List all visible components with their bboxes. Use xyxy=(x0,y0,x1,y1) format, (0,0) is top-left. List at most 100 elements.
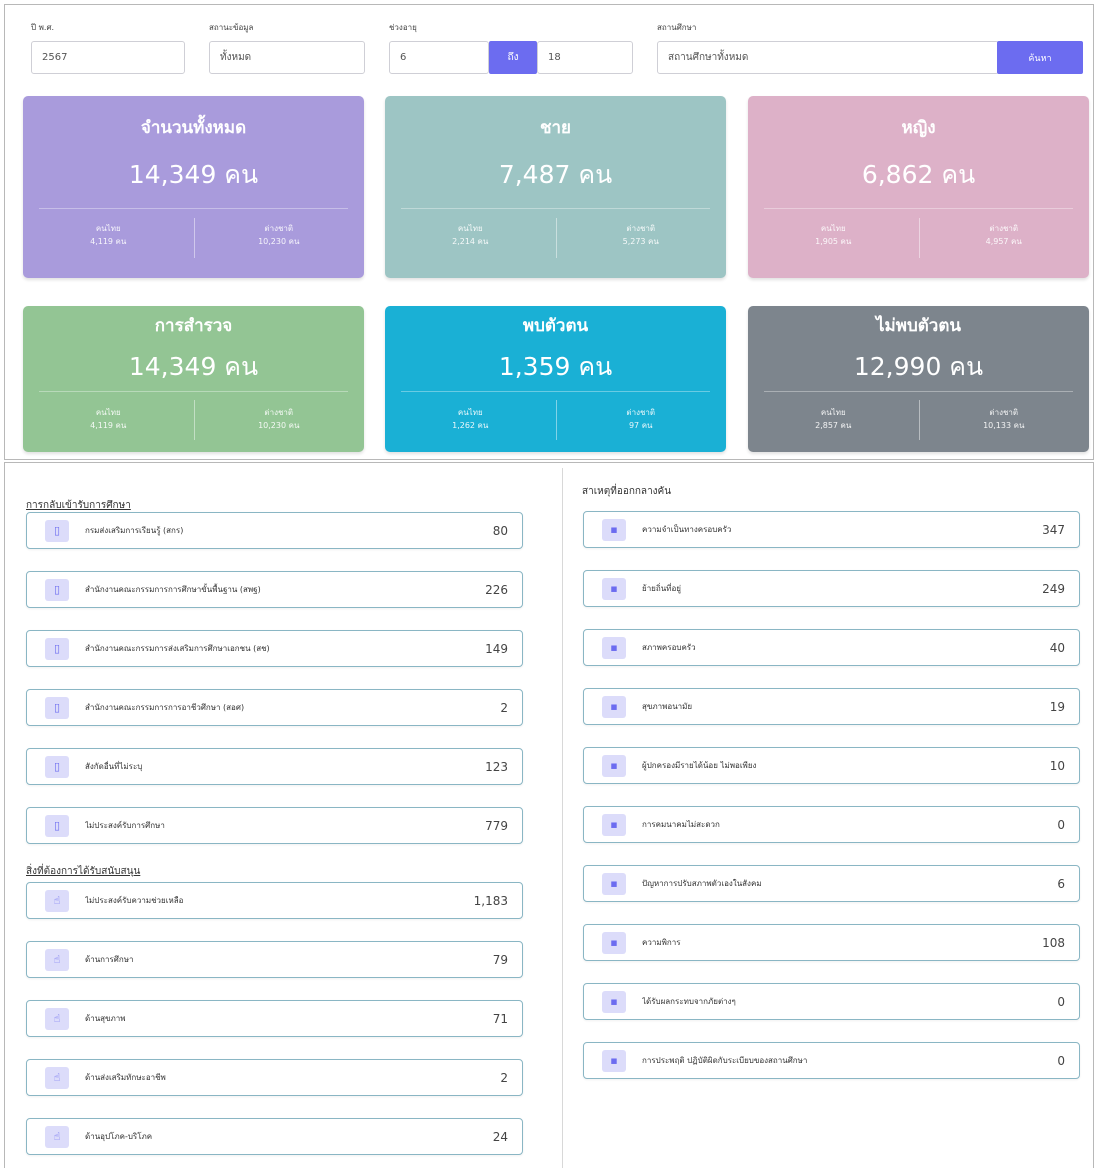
card-thai-label: คนไทย xyxy=(820,408,846,417)
list-item[interactable]: ▪ ย้ายถิ่นที่อยู่ 249 xyxy=(583,570,1080,607)
card-not-found: ไม่พบตัวตน 12,990 คน คนไทย 2,857 คน ต่างช… xyxy=(748,306,1089,452)
list-item-label: สังกัดอื่นที่ไม่ระบุ xyxy=(85,762,143,771)
list-item-label: สำนักงานคณะกรรมการการอาชีวศึกษา (สอศ) xyxy=(85,703,245,712)
chat-icon: ▪ xyxy=(602,1049,626,1072)
age-range-label: ช่วงอายุ xyxy=(389,23,417,32)
list-item-value: 123 xyxy=(485,759,508,774)
card-divider xyxy=(39,208,348,209)
age-to-separator: ถึง xyxy=(489,41,537,74)
list-item[interactable]: ▪ ปัญหาการปรับสภาพตัวเองในสังคม 6 xyxy=(583,865,1080,902)
list-item-value: 19 xyxy=(1049,699,1065,714)
list-item[interactable]: ☝ ด้านส่งเสริมทักษะอาชีพ 2 xyxy=(26,1059,523,1096)
chat-icon: ▪ xyxy=(602,813,626,836)
card-value: 6,862 คน xyxy=(861,160,976,189)
hand-icon: ☝ xyxy=(45,1066,69,1089)
list-item[interactable]: ▪ สุขภาพอนามัย 19 xyxy=(583,688,1080,725)
list-item-label: ความจำเป็นทางครอบครัว xyxy=(642,525,732,534)
card-foreign-value: 5,273 คน xyxy=(622,237,659,246)
card-thai-label: คนไทย xyxy=(95,408,121,417)
list-item-label: ด้านอุปโภค-บริโภค xyxy=(85,1132,153,1141)
list-item-label: กรมส่งเสริมการเรียนรู้ (สกร) xyxy=(85,526,184,535)
list-item-label: สำนักงานคณะกรรมการส่งเสริมการศึกษาเอกชน … xyxy=(85,644,270,653)
card-divider xyxy=(39,391,348,392)
card-value: 14,349 คน xyxy=(128,160,259,189)
card-thai-value: 2,214 คน xyxy=(452,237,489,246)
card-foreign-value: 10,133 คน xyxy=(983,421,1025,430)
list-item-value: 10 xyxy=(1049,758,1065,773)
list-item-label: ด้านสุขภาพ xyxy=(85,1014,126,1023)
chat-icon: ▪ xyxy=(602,872,626,895)
list-item-value: 80 xyxy=(492,523,508,538)
card-value: 12,990 คน xyxy=(853,352,984,381)
list-item-value: 1,183 xyxy=(473,893,508,908)
chat-icon: ▪ xyxy=(602,754,626,777)
year-label: ปี พ.ศ. xyxy=(31,23,55,32)
list-item-label: สุขภาพอนามัย xyxy=(642,702,693,711)
search-button[interactable]: ค้นหา xyxy=(997,41,1083,74)
dropout-reason-title: สาเหตุที่ออกกลางคัน xyxy=(582,486,672,497)
card-title: พบตัวตน xyxy=(522,316,589,336)
list-item[interactable]: ☝ ด้านสุขภาพ 71 xyxy=(26,1000,523,1037)
card-title: จำนวนทั้งหมด xyxy=(140,118,247,138)
list-item[interactable]: ▪ การประพฤติ ปฏิบัติผิดกับระเบียบของสถานศ… xyxy=(583,1042,1080,1079)
card-thai-label: คนไทย xyxy=(95,224,121,233)
age-to-input[interactable]: 18 xyxy=(537,41,633,74)
list-item-label: ไม่ประสงค์รับความช่วยเหลือ xyxy=(85,896,184,905)
list-item-label: ปัญหาการปรับสภาพตัวเองในสังคม xyxy=(642,879,762,888)
list-item-label: สภาพครอบครัว xyxy=(642,643,696,652)
list-item[interactable]: ▯ สำนักงานคณะกรรมการการอาชีวศึกษา (สอศ) 2 xyxy=(26,689,523,726)
card-divider xyxy=(401,391,710,392)
card-foreign-label: ต่างชาติ xyxy=(264,408,294,417)
list-item[interactable]: ▪ ผู้ปกครองมีรายได้น้อย ไม่พอเพียง 10 xyxy=(583,747,1080,784)
card-thai-value: 1,262 คน xyxy=(452,421,489,430)
list-item[interactable]: ▯ สังกัดอื่นที่ไม่ระบุ 123 xyxy=(26,748,523,785)
card-thai-value: 4,119 คน xyxy=(90,237,127,246)
status-select[interactable]: ทั้งหมด xyxy=(209,41,365,74)
list-item[interactable]: ▯ สำนักงานคณะกรรมการการศึกษาขั้นพื้นฐาน (… xyxy=(26,571,523,608)
list-item[interactable]: ▯ สำนักงานคณะกรรมการส่งเสริมการศึกษาเอกชน… xyxy=(26,630,523,667)
card-female: หญิง 6,862 คน คนไทย 1,905 คน ต่างชาติ 4,95… xyxy=(748,96,1089,278)
card-title: ไม่พบตัวตน xyxy=(876,316,961,336)
list-item-label: ไม่ประสงค์รับการศึกษา xyxy=(85,821,165,830)
list-item-value: 0 xyxy=(1057,817,1065,832)
tablet-icon: ▯ xyxy=(45,519,69,542)
chat-icon: ▪ xyxy=(602,636,626,659)
list-item[interactable]: ☝ ด้านการศึกษา 79 xyxy=(26,941,523,978)
list-item-value: 779 xyxy=(485,818,508,833)
card-thai-value: 4,119 คน xyxy=(90,421,127,430)
list-item-label: ผู้ปกครองมีรายได้น้อย ไม่พอเพียง xyxy=(642,761,757,770)
list-item[interactable]: ▯ กรมส่งเสริมการเรียนรู้ (สกร) 80 xyxy=(26,512,523,549)
hand-icon: ☝ xyxy=(45,948,69,971)
school-label: สถานศึกษา xyxy=(657,23,697,32)
list-item[interactable]: ▪ สภาพครอบครัว 40 xyxy=(583,629,1080,666)
school-select[interactable]: สถานศึกษาทั้งหมด xyxy=(657,41,999,74)
list-item-label: การประพฤติ ปฏิบัติผิดกับระเบียบของสถานศึ… xyxy=(642,1056,808,1065)
card-thai-label: คนไทย xyxy=(457,224,483,233)
list-item[interactable]: ▪ การคมนาคมไม่สะดวก 0 xyxy=(583,806,1080,843)
card-title: การสำรวจ xyxy=(154,316,233,336)
list-item-value: 226 xyxy=(485,582,508,597)
list-item[interactable]: ☝ ไม่ประสงค์รับความช่วยเหลือ 1,183 xyxy=(26,882,523,919)
hand-icon: ☝ xyxy=(45,889,69,912)
card-divider xyxy=(764,391,1073,392)
list-item[interactable]: ▪ ความจำเป็นทางครอบครัว 347 xyxy=(583,511,1080,548)
year-input[interactable]: 2567 xyxy=(31,41,185,74)
column-divider xyxy=(562,468,563,1168)
card-male: ชาย 7,487 คน คนไทย 2,214 คน ต่างชาติ 5,273… xyxy=(385,96,726,278)
card-total: จำนวนทั้งหมด 14,349 คน คนไทย 4,119 คน ต่า… xyxy=(23,96,364,278)
list-item[interactable]: ▯ ไม่ประสงค์รับการศึกษา 779 xyxy=(26,807,523,844)
list-item-label: การคมนาคมไม่สะดวก xyxy=(642,820,720,829)
list-item[interactable]: ▪ ความพิการ 108 xyxy=(583,924,1080,961)
card-thai-value: 2,857 คน xyxy=(815,421,852,430)
card-foreign-label: ต่างชาติ xyxy=(626,408,656,417)
card-foreign-label: ต่างชาติ xyxy=(989,224,1019,233)
card-value: 7,487 คน xyxy=(498,160,613,189)
list-item-label: ได้รับผลกระทบจากภัยต่างๆ xyxy=(642,997,736,1006)
list-item[interactable]: ☝ ด้านอุปโภค-บริโภค 24 xyxy=(26,1118,523,1155)
tablet-icon: ▯ xyxy=(45,637,69,660)
card-foreign-value: 4,957 คน xyxy=(985,237,1022,246)
summary-panel: ปี พ.ศ. 2567 สถานะข้อมูล ทั้งหมด ช่วงอาย… xyxy=(4,4,1094,460)
list-item[interactable]: ▪ ได้รับผลกระทบจากภัยต่างๆ 0 xyxy=(583,983,1080,1020)
tablet-icon: ▯ xyxy=(45,755,69,778)
age-from-input[interactable]: 6 xyxy=(389,41,489,74)
